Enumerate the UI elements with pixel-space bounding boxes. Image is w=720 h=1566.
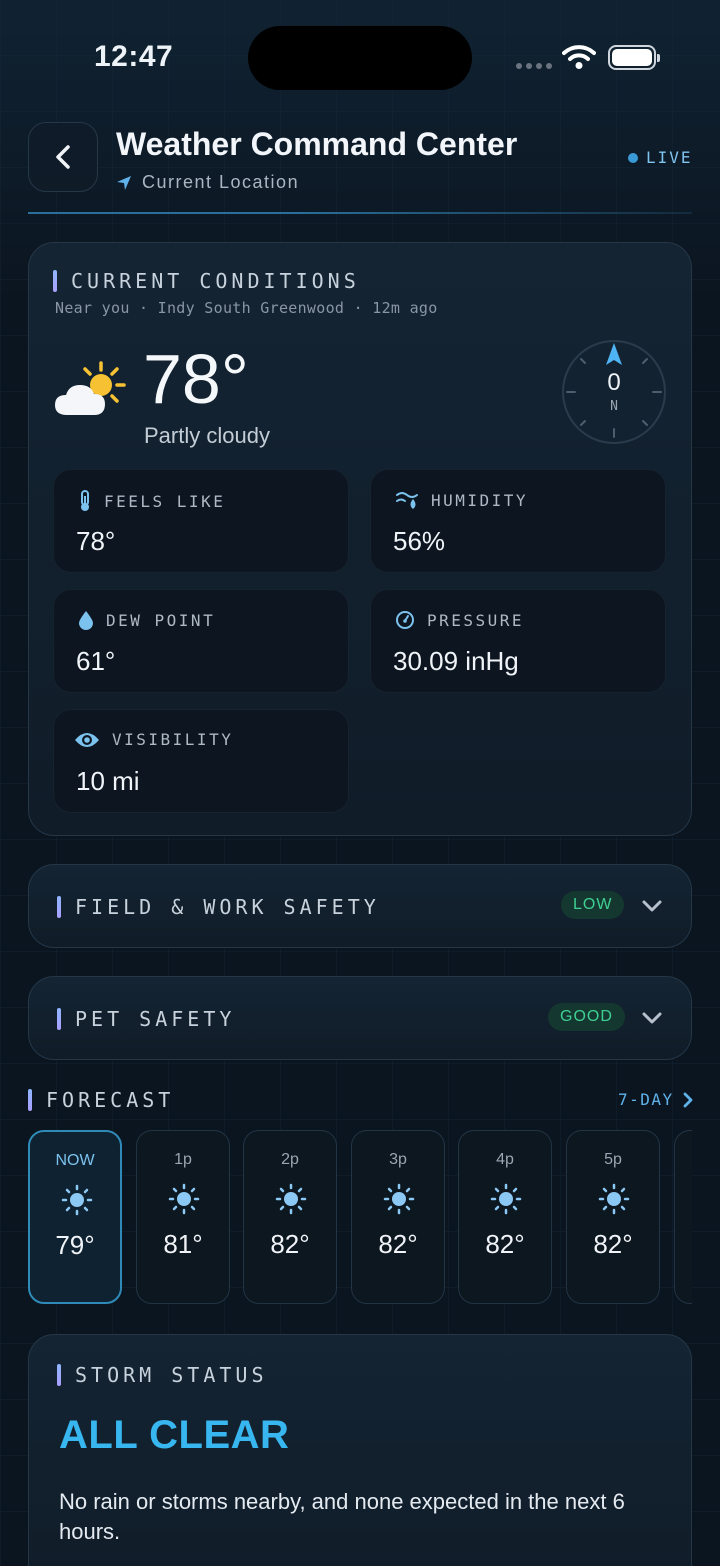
humidity-tile: HUMIDITY 56% bbox=[370, 469, 666, 573]
sun-icon bbox=[490, 1183, 522, 1215]
sun-icon bbox=[275, 1183, 307, 1215]
current-conditions-card: CURRENT CONDITIONS Near you · Indy South… bbox=[28, 242, 692, 836]
live-indicator: LIVE bbox=[628, 148, 693, 167]
chevron-down-icon[interactable] bbox=[641, 895, 663, 917]
thermometer-icon bbox=[81, 490, 89, 511]
pet-safety-badge: GOOD bbox=[548, 1003, 625, 1031]
visibility-tile: VISIBILITY 10 mi bbox=[53, 709, 349, 813]
chevron-down-icon[interactable] bbox=[641, 1007, 663, 1029]
section-accent-bar bbox=[53, 270, 57, 292]
current-condition: Partly cloudy bbox=[144, 423, 270, 448]
gauge-icon bbox=[396, 611, 414, 629]
wind-compass: 0 N bbox=[561, 339, 667, 445]
feels-like-tile: FEELS LIKE 78° bbox=[53, 469, 349, 573]
live-dot bbox=[628, 152, 638, 163]
sun-icon bbox=[383, 1183, 415, 1215]
storm-status-card: STORM STATUS ALL CLEAR No rain or storms… bbox=[28, 1334, 692, 1566]
field-work-safety-label: FIELD & WORK SAFETY bbox=[57, 895, 380, 919]
dew-point-value: 61° bbox=[76, 646, 116, 676]
dynamic-island bbox=[248, 26, 472, 90]
hourly-item-now[interactable]: NOW 79° bbox=[28, 1130, 122, 1304]
current-conditions-label: CURRENT CONDITIONS bbox=[53, 269, 360, 293]
eye-icon bbox=[75, 732, 99, 747]
header-divider bbox=[28, 212, 692, 214]
battery-icon bbox=[608, 45, 660, 70]
humidity-icon bbox=[396, 492, 418, 509]
partly-cloudy-icon bbox=[55, 361, 126, 415]
hourly-item[interactable]: 1p 81° bbox=[136, 1130, 230, 1304]
humidity-value: 56% bbox=[393, 526, 446, 556]
pet-safety-panel[interactable]: PET SAFETY GOOD bbox=[28, 976, 692, 1060]
hourly-item[interactable]: 2p 82° bbox=[243, 1130, 337, 1304]
pressure-tile: PRESSURE 30.09 inHg bbox=[370, 589, 666, 693]
wind-direction: N bbox=[610, 399, 618, 414]
hourly-item-partial[interactable] bbox=[674, 1130, 692, 1304]
field-work-safety-panel[interactable]: FIELD & WORK SAFETY LOW bbox=[28, 864, 692, 948]
storm-description: No rain or storms nearby, and none expec… bbox=[59, 1489, 625, 1544]
wifi-icon bbox=[562, 45, 596, 69]
visibility-value: 10 mi bbox=[76, 766, 140, 796]
pressure-value: 30.09 inHg bbox=[393, 646, 519, 676]
status-time: 12:47 bbox=[94, 40, 174, 73]
back-button[interactable] bbox=[28, 122, 98, 192]
wind-speed: 0 bbox=[607, 369, 621, 396]
pet-safety-label: PET SAFETY bbox=[57, 1007, 235, 1031]
location-subtitle: Current Location bbox=[116, 172, 299, 193]
section-accent-bar bbox=[57, 1364, 61, 1386]
sun-icon bbox=[168, 1183, 200, 1215]
hourly-forecast-strip[interactable]: NOW 79° 1p 81° 2p 82° 3p 82° 4p 82° 5p 8… bbox=[28, 1130, 692, 1306]
seven-day-link[interactable]: 7-DAY bbox=[618, 1090, 694, 1109]
storm-status-value: ALL CLEAR bbox=[59, 1413, 290, 1457]
section-accent-bar bbox=[28, 1089, 32, 1111]
location-arrow-icon bbox=[117, 175, 131, 190]
live-label: LIVE bbox=[646, 148, 693, 167]
chevron-right-icon bbox=[683, 1092, 693, 1107]
sun-icon bbox=[61, 1184, 93, 1216]
cellular-signal-icon bbox=[516, 63, 552, 69]
storm-status-label: STORM STATUS bbox=[57, 1363, 268, 1387]
conditions-meta: Near you · Indy South Greenwood · 12m ag… bbox=[55, 299, 438, 317]
droplet-icon bbox=[79, 611, 93, 630]
chevron-left-icon bbox=[56, 145, 70, 169]
forecast-label: FORECAST bbox=[28, 1088, 174, 1112]
section-accent-bar bbox=[57, 896, 61, 918]
hourly-item[interactable]: 4p 82° bbox=[458, 1130, 552, 1304]
page-title: Weather Command Center bbox=[116, 126, 518, 162]
current-temperature: 78° bbox=[143, 340, 249, 418]
field-safety-badge: LOW bbox=[561, 891, 625, 919]
feels-like-value: 78° bbox=[76, 526, 116, 556]
location-text: Current Location bbox=[142, 172, 300, 192]
dew-point-tile: DEW POINT 61° bbox=[53, 589, 349, 693]
hourly-item[interactable]: 5p 82° bbox=[566, 1130, 660, 1304]
section-accent-bar bbox=[57, 1008, 61, 1030]
sun-icon bbox=[598, 1183, 630, 1215]
hourly-item[interactable]: 3p 82° bbox=[351, 1130, 445, 1304]
